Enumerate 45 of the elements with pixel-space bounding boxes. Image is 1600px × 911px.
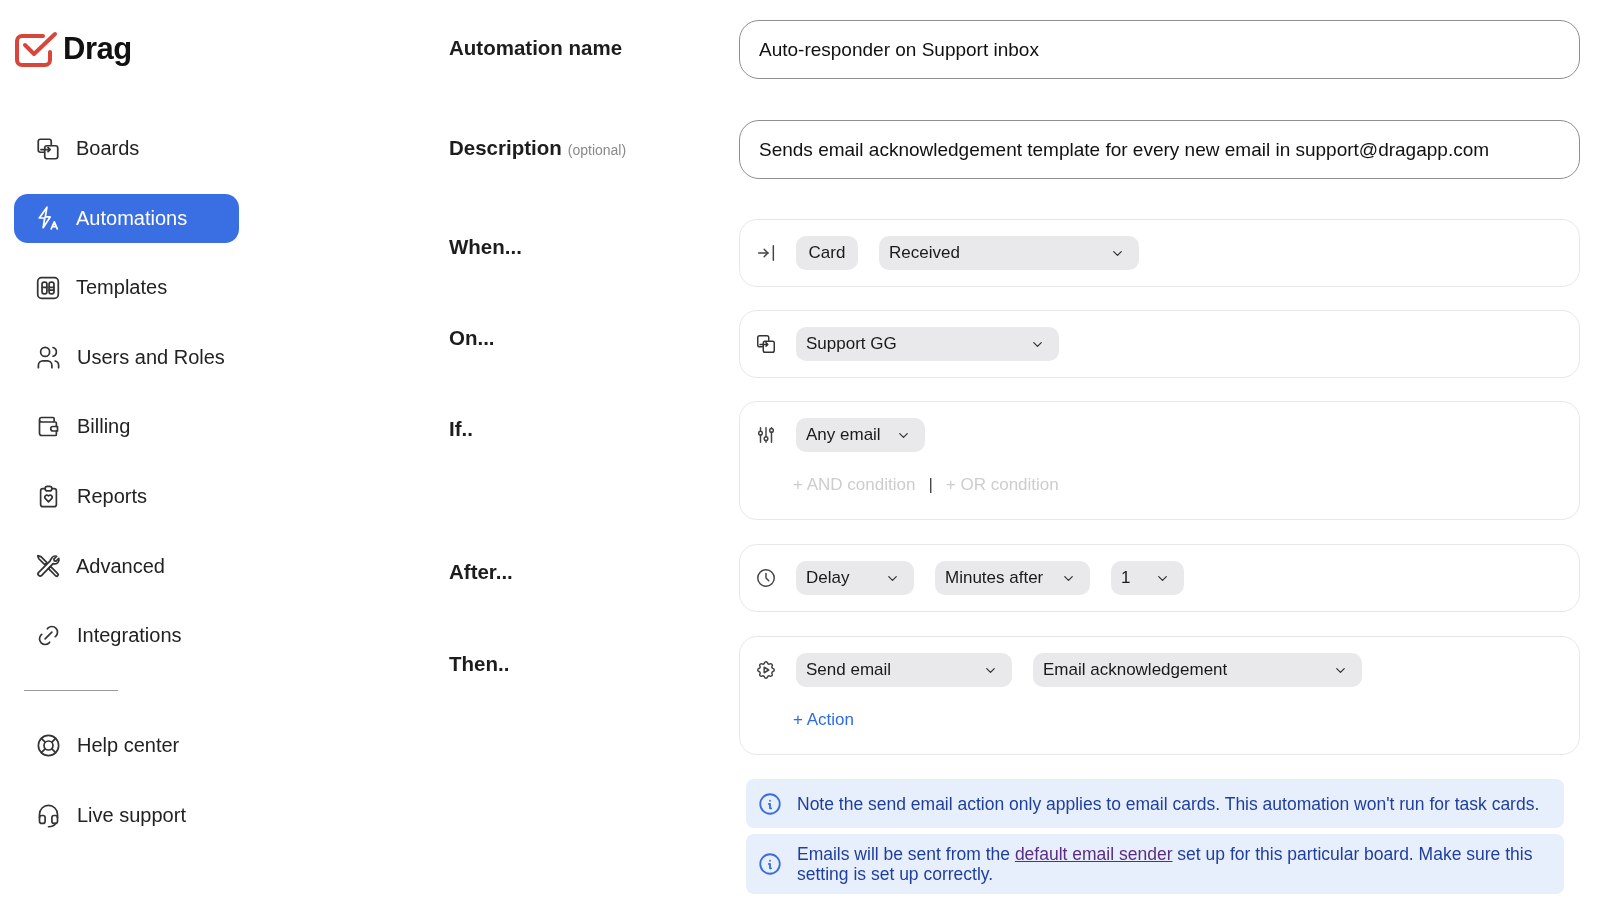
gear-icon xyxy=(755,659,777,681)
dropdown-select[interactable]: Support GG xyxy=(796,327,1059,361)
step-label: After... xyxy=(449,560,513,584)
logo-icon xyxy=(14,30,58,68)
nav-item[interactable]: Templates xyxy=(14,263,239,313)
note-text: Emails will be sent from the default email sender set up for this particular board. Make sure this setting is set up correctly. xyxy=(797,844,1534,884)
info-icon xyxy=(757,851,783,877)
nav-item[interactable]: Boards xyxy=(14,124,239,173)
nav-item[interactable]: Help center xyxy=(14,721,239,771)
dropdown-select[interactable]: Delay xyxy=(796,561,914,595)
sliders-icon xyxy=(755,424,777,446)
field-label: Description xyxy=(449,136,562,160)
dropdown-select[interactable]: Any email xyxy=(796,418,925,452)
dropdown-select[interactable]: 1 xyxy=(1111,561,1184,595)
step-label: On... xyxy=(449,326,495,350)
nav-item[interactable]: Billing xyxy=(14,402,239,452)
nav-item[interactable]: Users and Roles xyxy=(14,332,239,382)
template-icon xyxy=(35,274,61,301)
name-field[interactable]: Auto-responder on Support inbox xyxy=(739,20,1580,79)
note-text: Note the send email action only applies to email cards. This automation won't run for task cards. xyxy=(797,793,1540,814)
nav-item[interactable]: Integrations xyxy=(14,611,239,661)
info-icon xyxy=(757,790,783,817)
clock-icon xyxy=(755,567,777,589)
dropdown-select[interactable]: Email acknowledgement xyxy=(1033,653,1362,687)
wrench-screwdriver-icon xyxy=(35,553,61,580)
logo-text: Drag xyxy=(63,30,132,68)
step-label: Then.. xyxy=(449,652,510,676)
field-label: Automation name xyxy=(449,36,623,60)
dropdown-select[interactable]: Minutes after xyxy=(935,561,1090,595)
nav-item[interactable]: Advanced xyxy=(14,541,239,591)
add-link[interactable]: + Action xyxy=(793,710,854,730)
boards-icon xyxy=(755,333,777,355)
step-label: If.. xyxy=(449,417,473,441)
description-field[interactable]: Sends email acknowledgement template for every new email in support@dragapp.com xyxy=(739,120,1580,179)
nav-item[interactable]: Live support xyxy=(14,790,239,840)
sender-link[interactable]: default email sender xyxy=(1014,844,1173,864)
nav-item[interactable]: Automations xyxy=(14,193,239,243)
dropdown-select[interactable]: Received xyxy=(879,236,1139,270)
tag: Card xyxy=(796,236,858,270)
step-label: When... xyxy=(449,235,522,259)
optional-hint: (optional) xyxy=(567,142,627,158)
boards-icon xyxy=(35,135,61,162)
dropdown-select[interactable]: Send email xyxy=(796,653,1012,687)
nav-item[interactable]: Reports xyxy=(14,471,239,521)
link-separator: | xyxy=(928,475,933,495)
